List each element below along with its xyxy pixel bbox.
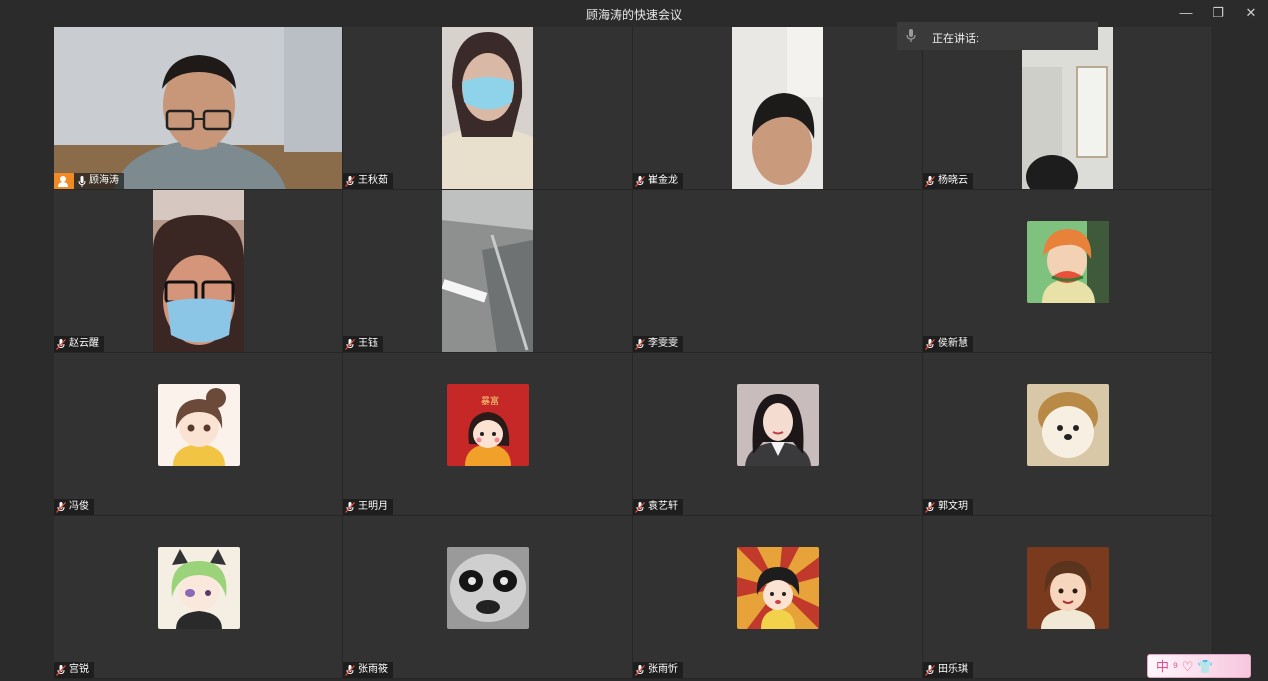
participant-tile[interactable]: 侯新慧 bbox=[923, 190, 1213, 353]
window-title: 顾海涛的快速会议 bbox=[585, 8, 682, 22]
svg-text:暴富: 暴富 bbox=[481, 395, 499, 407]
video-feed bbox=[442, 27, 533, 189]
participant-name: 冯俊 bbox=[69, 501, 89, 512]
microphone-muted-icon bbox=[925, 501, 935, 513]
microphone-muted-icon bbox=[56, 338, 66, 350]
microphone-muted-icon bbox=[345, 501, 355, 513]
video-feed bbox=[1022, 27, 1113, 189]
participant-name: 宫锐 bbox=[69, 664, 89, 675]
participant-name-tag: 王秋茹 bbox=[343, 173, 393, 189]
participant-tile[interactable]: 张雨忻 bbox=[633, 516, 923, 679]
participant-name: 袁艺轩 bbox=[648, 501, 678, 512]
microphone-muted-icon bbox=[345, 175, 355, 187]
participant-name: 李雯雯 bbox=[648, 338, 678, 349]
microphone-muted-icon bbox=[56, 501, 66, 513]
participant-tile[interactable]: 袁艺轩 bbox=[633, 353, 923, 516]
speaking-label: 正在讲话: bbox=[932, 33, 980, 45]
participant-name: 王秋茹 bbox=[358, 175, 388, 186]
participant-name-tag: 顾海涛 bbox=[54, 173, 124, 189]
participant-tile[interactable]: 王秋茹 bbox=[343, 27, 633, 190]
participant-name: 张雨筱 bbox=[358, 664, 388, 675]
fluffy-dog-avatar bbox=[1027, 384, 1109, 466]
participant-name: 田乐琪 bbox=[938, 664, 968, 675]
participant-name-tag: 崔金龙 bbox=[633, 173, 683, 189]
microphone-muted-icon bbox=[925, 664, 935, 676]
participant-name-tag: 张雨忻 bbox=[633, 662, 683, 678]
participant-tile[interactable]: 赵云醒 bbox=[54, 190, 343, 353]
ime-toolbar[interactable]: 中 ⁹ ♡ 👕 bbox=[1147, 654, 1251, 678]
participant-tile[interactable]: 王钰 bbox=[343, 190, 633, 353]
participant-name-tag: 侯新慧 bbox=[923, 336, 973, 352]
participant-tile[interactable]: 张雨筱 bbox=[343, 516, 633, 679]
anime-girl-hairbun-avatar bbox=[158, 384, 240, 466]
host-icon bbox=[54, 173, 74, 189]
participant-name: 杨晓云 bbox=[938, 175, 968, 186]
microphone-muted-icon bbox=[345, 338, 355, 350]
participant-name: 王钰 bbox=[358, 338, 378, 349]
video-feed bbox=[153, 190, 244, 352]
anime-boy-watermelon-avatar bbox=[1027, 221, 1109, 303]
microphone-muted-icon bbox=[925, 175, 935, 187]
minimize-button[interactable]: — bbox=[1175, 4, 1197, 22]
participant-grid: 顾海涛 王秋茹 崔金龙 杨晓云 赵云醒 王钰 李雯雯 侯新慧 冯俊 暴富 王明月… bbox=[54, 27, 1213, 679]
microphone-icon bbox=[906, 29, 916, 45]
participant-name-tag: 张雨筱 bbox=[343, 662, 393, 678]
close-button[interactable]: ✕ bbox=[1240, 4, 1262, 22]
participant-tile[interactable]: 顾海涛 bbox=[54, 27, 343, 190]
restore-button[interactable]: ❐ bbox=[1207, 4, 1229, 22]
participant-name: 张雨忻 bbox=[648, 664, 678, 675]
video-feed bbox=[442, 190, 533, 352]
participant-tile[interactable]: 宫锐 bbox=[54, 516, 343, 679]
speaking-indicator: 正在讲话: bbox=[897, 22, 1098, 50]
participant-name-tag: 赵云醒 bbox=[54, 336, 104, 352]
participant-name-tag: 郭文玥 bbox=[923, 499, 973, 515]
video-feed bbox=[54, 27, 342, 189]
participant-name: 王明月 bbox=[358, 501, 388, 512]
microphone-muted-icon bbox=[635, 501, 645, 513]
green-hair-cat-ears-avatar bbox=[158, 547, 240, 629]
participant-tile[interactable]: 杨晓云 bbox=[923, 27, 1213, 190]
participant-tile[interactable]: 李雯雯 bbox=[633, 190, 923, 353]
participant-name-tag: 杨晓云 bbox=[923, 173, 973, 189]
participant-name: 顾海涛 bbox=[89, 175, 119, 186]
microphone-icon bbox=[78, 175, 86, 187]
cartoon-girl-sunburst-avatar bbox=[737, 547, 819, 629]
video-feed bbox=[732, 27, 823, 189]
participant-tile[interactable]: 暴富 王明月 bbox=[343, 353, 633, 516]
anime-boy-portrait-avatar bbox=[1027, 547, 1109, 629]
illustrated-woman-blazer-avatar bbox=[737, 384, 819, 466]
participant-name-tag: 冯俊 bbox=[54, 499, 94, 515]
microphone-muted-icon bbox=[56, 664, 66, 676]
participant-name-tag: 袁艺轩 bbox=[633, 499, 683, 515]
participant-name: 郭文玥 bbox=[938, 501, 968, 512]
participant-tile[interactable]: 冯俊 bbox=[54, 353, 343, 516]
participant-name-tag: 宫锐 bbox=[54, 662, 94, 678]
participant-tile[interactable]: 崔金龙 bbox=[633, 27, 923, 190]
microphone-muted-icon bbox=[925, 338, 935, 350]
participant-name-tag: 王明月 bbox=[343, 499, 393, 515]
cartoon-girl-red-avatar: 暴富 bbox=[447, 384, 529, 466]
participant-name-tag: 李雯雯 bbox=[633, 336, 683, 352]
microphone-muted-icon bbox=[635, 175, 645, 187]
participant-name: 侯新慧 bbox=[938, 338, 968, 349]
participant-name: 赵云醒 bbox=[69, 338, 99, 349]
participant-name-tag: 王钰 bbox=[343, 336, 383, 352]
microphone-muted-icon bbox=[635, 664, 645, 676]
participant-name-tag: 田乐琪 bbox=[923, 662, 973, 678]
microphone-muted-icon bbox=[635, 338, 645, 350]
panda-face-avatar bbox=[447, 547, 529, 629]
participant-name: 崔金龙 bbox=[648, 175, 678, 186]
participant-tile[interactable]: 郭文玥 bbox=[923, 353, 1213, 516]
microphone-muted-icon bbox=[345, 664, 355, 676]
